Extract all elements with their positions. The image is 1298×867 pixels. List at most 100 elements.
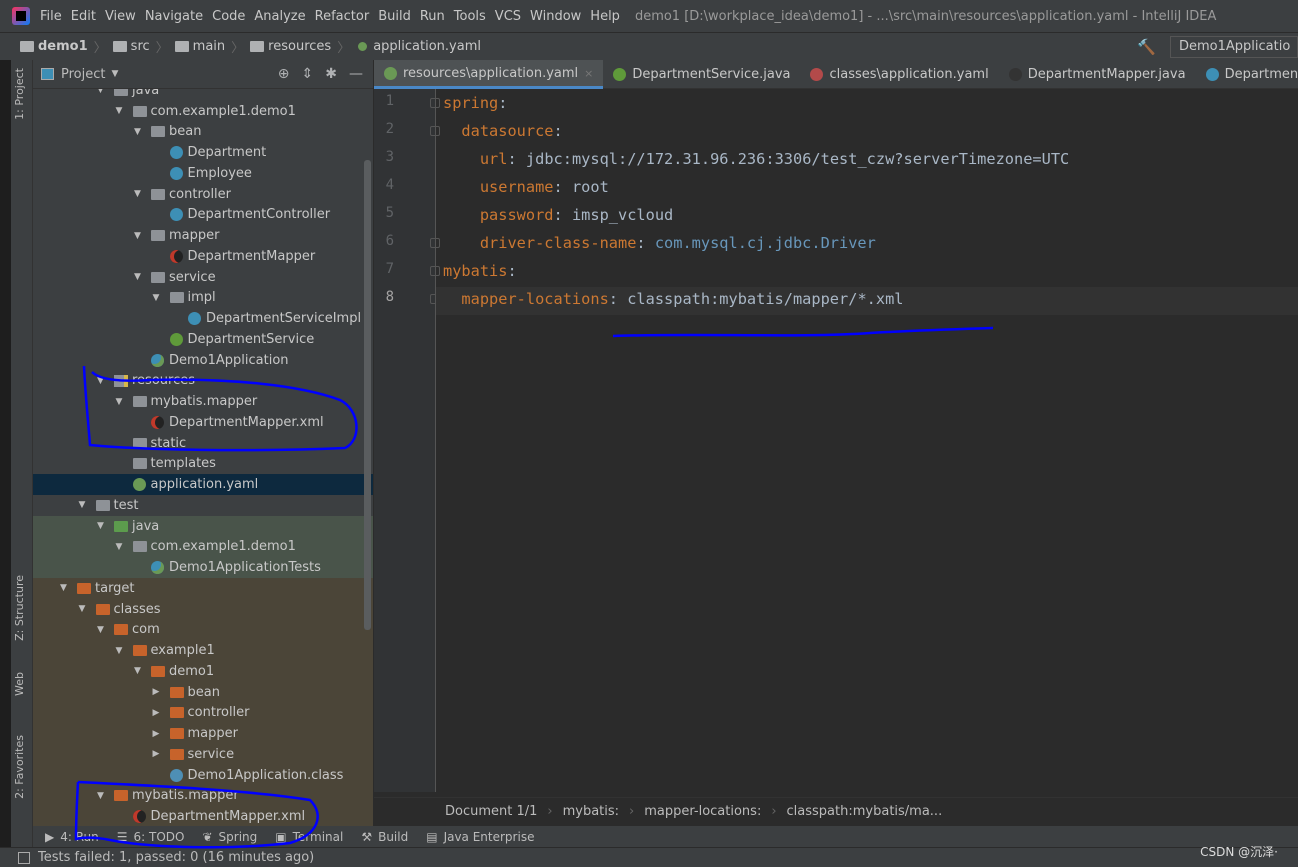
tree-item[interactable]: Department — [33, 142, 373, 163]
tree-item[interactable]: ▼ java — [33, 515, 373, 537]
expand-arrow-icon[interactable]: ▼ — [97, 521, 104, 531]
tree-item[interactable]: application.yaml — [33, 474, 373, 496]
tool-window-button[interactable]: ▶ 4: Run — [45, 830, 99, 844]
menu-code[interactable]: Code — [212, 9, 245, 24]
collapse-arrow-icon[interactable]: ▶ — [153, 708, 160, 718]
tree-item[interactable]: Demo1Application — [33, 350, 373, 371]
editor-breadcrumb-item[interactable]: Document 1/1 — [445, 804, 537, 819]
menu-run[interactable]: Run — [420, 9, 445, 24]
tree-item[interactable]: ▼ resources — [33, 371, 373, 392]
expand-arrow-icon[interactable]: ▼ — [60, 583, 67, 593]
expand-arrow-icon[interactable]: ▼ — [97, 89, 104, 95]
editor-breadcrumb-item[interactable]: mapper-locations: — [644, 804, 761, 819]
tool-window-button[interactable]: ☰ 6: TODO — [117, 830, 185, 844]
build-hammer-icon[interactable]: 🔨 — [1137, 38, 1156, 56]
tree-item[interactable]: DepartmentServiceImpl — [33, 308, 373, 329]
tool-window-button[interactable]: ▣ Terminal — [275, 830, 343, 844]
tree-item[interactable]: ▼ bean — [33, 122, 373, 143]
tree-item[interactable]: ▼ com.example1.demo1 — [33, 536, 373, 558]
expand-arrow-icon[interactable]: ▼ — [79, 604, 86, 614]
tree-item[interactable]: ▼ test — [33, 495, 373, 516]
expand-arrow-icon[interactable]: ▼ — [97, 625, 104, 635]
expand-arrow-icon[interactable]: ▼ — [153, 293, 160, 303]
tab-editor[interactable]: DepartmentService.java — [603, 60, 800, 89]
collapse-arrow-icon[interactable]: ▶ — [153, 687, 160, 697]
expand-arrow-icon[interactable]: ▼ — [116, 106, 123, 116]
close-tab-icon[interactable]: × — [584, 67, 593, 80]
menu-view[interactable]: View — [105, 9, 136, 24]
tree-item[interactable]: ▼ mybatis.mapper — [33, 785, 373, 807]
hide-icon[interactable]: — — [349, 66, 363, 82]
expand-arrow-icon[interactable]: ▼ — [97, 376, 104, 386]
menu-edit[interactable]: Edit — [71, 9, 96, 24]
tree-scrollbar[interactable] — [364, 160, 371, 630]
breadcrumb-item[interactable]: src 〉 — [112, 37, 175, 56]
menu-file[interactable]: File — [40, 9, 62, 24]
tree-item[interactable]: Employee — [33, 163, 373, 184]
editor-breadcrumb-item[interactable]: classpath:mybatis/ma... — [787, 804, 943, 819]
tree-item[interactable]: DepartmentService — [33, 329, 373, 350]
tree-item[interactable]: ▶ controller — [33, 702, 373, 724]
expand-arrow-icon[interactable]: ▼ — [134, 272, 141, 282]
expand-arrow-icon[interactable]: ▼ — [79, 500, 86, 510]
tab-editor[interactable]: DepartmentCo — [1196, 60, 1298, 89]
chevron-down-icon[interactable]: ▼ — [111, 69, 118, 79]
tool-window-button[interactable]: ▤ Java Enterprise — [426, 830, 534, 844]
breadcrumb-item[interactable]: resources 〉 — [250, 37, 356, 56]
tree-item[interactable]: DepartmentController — [33, 205, 373, 226]
tree-item[interactable]: DepartmentMapper — [33, 246, 373, 267]
tree-item[interactable]: ▼ demo1 — [33, 661, 373, 682]
tree-item[interactable]: Demo1Application.class — [33, 764, 373, 786]
project-view-select[interactable]: Project — [61, 67, 105, 82]
tree-item[interactable]: ▼ com — [33, 619, 373, 641]
tree-item[interactable]: ▼ java — [33, 89, 373, 101]
tree-item[interactable]: ▼ example1 — [33, 640, 373, 662]
collapse-all-icon[interactable]: ⇕ — [302, 66, 314, 82]
tree-item[interactable]: ▼ com.example1.demo1 — [33, 101, 373, 122]
tree-item[interactable]: DepartmentMapper.xml — [33, 806, 373, 827]
tree-item[interactable]: ▼ mybatis.mapper — [33, 391, 373, 412]
tree-item[interactable]: ▶ service — [33, 744, 373, 765]
expand-arrow-icon[interactable]: ▼ — [134, 231, 141, 241]
tree-item[interactable]: Demo1ApplicationTests — [33, 557, 373, 579]
tree-item[interactable]: ▼ impl — [33, 288, 373, 309]
tab-editor[interactable]: classes\application.yaml — [800, 60, 998, 89]
tree-item[interactable]: ▶ mapper — [33, 723, 373, 745]
tree-item[interactable]: ▶ bean — [33, 681, 373, 703]
tree-item[interactable]: ▼ controller — [33, 184, 373, 205]
expand-arrow-icon[interactable]: ▼ — [97, 791, 104, 801]
tree-item[interactable]: ▼ service — [33, 267, 373, 288]
menu-window[interactable]: Window — [530, 9, 581, 24]
expand-arrow-icon[interactable]: ▼ — [116, 542, 123, 552]
breadcrumb-item[interactable]: main 〉 — [174, 37, 251, 56]
gear-icon[interactable]: ✱ — [325, 66, 337, 82]
favorites-side-tab[interactable]: 2: Favorites — [13, 735, 26, 799]
tree-item[interactable]: static — [33, 433, 373, 454]
tab-editor[interactable]: DepartmentMapper.java — [999, 60, 1196, 89]
tree-item[interactable]: templates — [33, 454, 373, 475]
code-editor[interactable]: spring: datasource: url: jdbc:mysql://17… — [436, 89, 1298, 792]
menu-build[interactable]: Build — [378, 9, 411, 24]
collapse-arrow-icon[interactable]: ▶ — [153, 749, 160, 759]
expand-arrow-icon[interactable]: ▼ — [134, 127, 141, 137]
collapse-arrow-icon[interactable]: ▶ — [153, 729, 160, 739]
menu-vcs[interactable]: VCS — [495, 9, 521, 24]
menu-refactor[interactable]: Refactor — [315, 9, 370, 24]
editor-breadcrumb-item[interactable]: mybatis: — [563, 804, 619, 819]
status-toggle-icon[interactable] — [18, 851, 30, 864]
menu-help[interactable]: Help — [590, 9, 620, 24]
menu-tools[interactable]: Tools — [454, 9, 486, 24]
locate-icon[interactable]: ⊕ — [278, 66, 290, 82]
tree-item[interactable]: ▼ mapper — [33, 225, 373, 246]
structure-side-tab[interactable]: Z: Structure — [13, 575, 26, 641]
tab-editor[interactable]: resources\application.yaml × — [374, 60, 604, 89]
expand-arrow-icon[interactable]: ▼ — [134, 189, 141, 199]
tool-window-button[interactable]: ⚒ Build — [361, 830, 408, 844]
expand-arrow-icon[interactable]: ▼ — [116, 397, 123, 407]
web-side-tab[interactable]: Web — [13, 672, 26, 696]
breadcrumb-item[interactable]: application.yaml — [356, 39, 481, 54]
project-side-tab[interactable]: 1: Project — [13, 68, 26, 120]
run-configuration-select[interactable]: Demo1Applicatio — [1170, 36, 1298, 58]
tool-window-button[interactable]: ❦ Spring — [202, 830, 257, 844]
menu-analyze[interactable]: Analyze — [254, 9, 305, 24]
